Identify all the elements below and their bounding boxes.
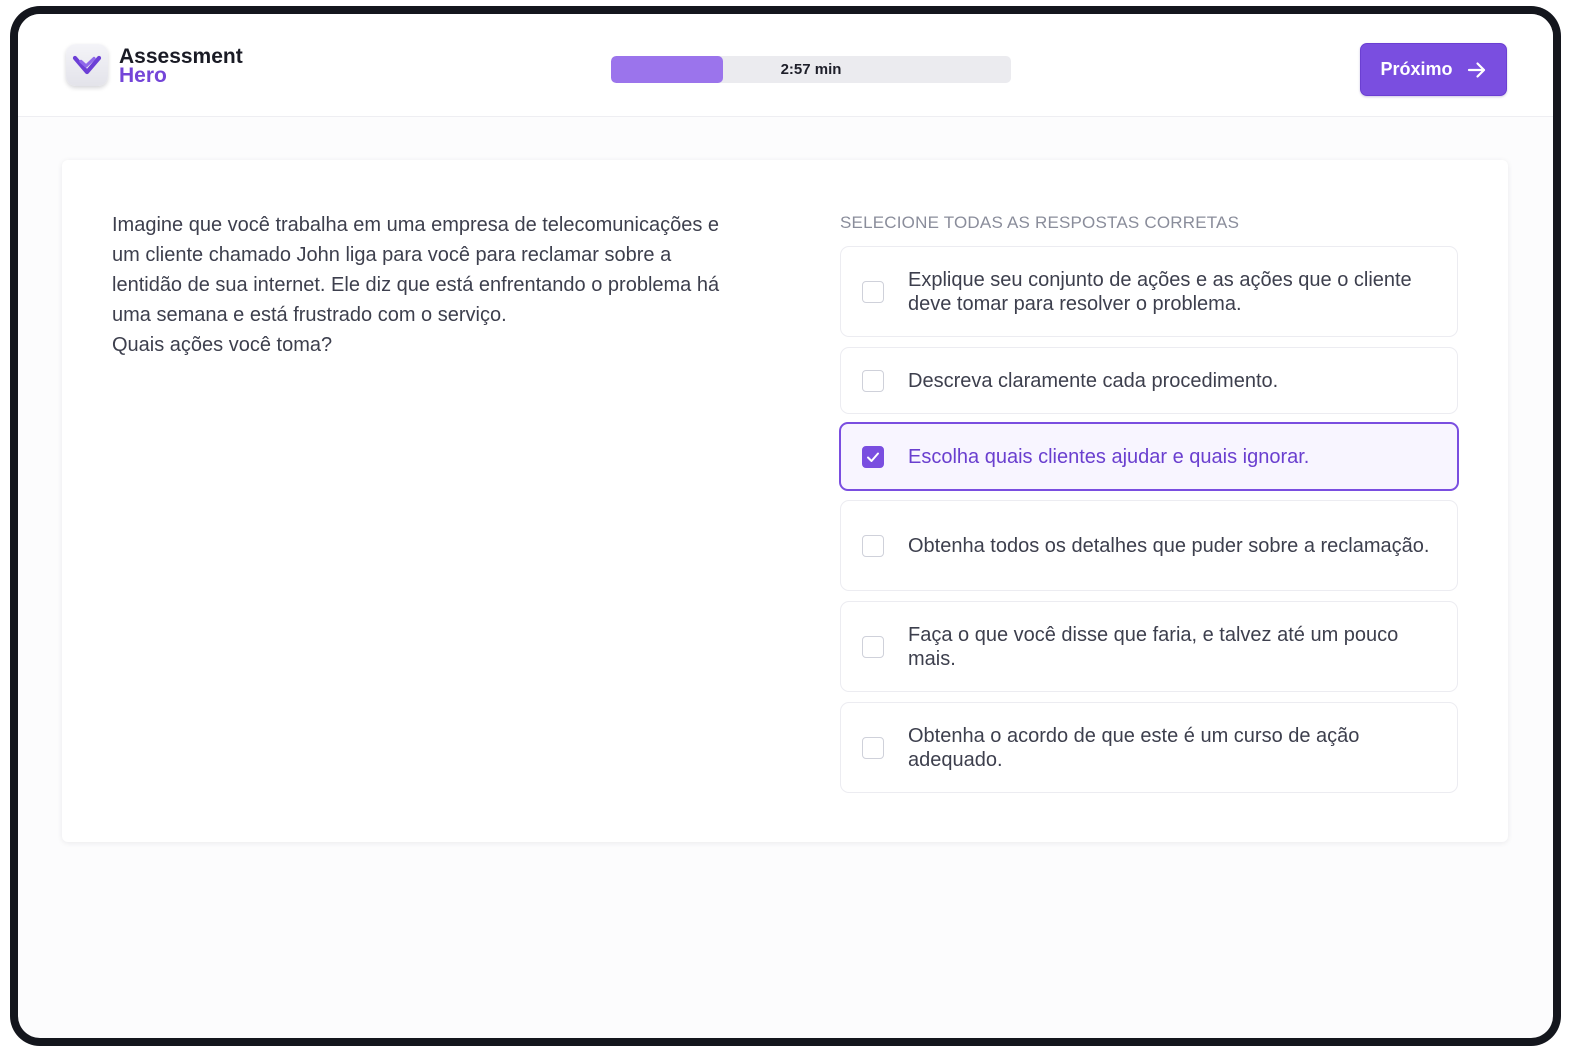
top-bar: Assessment Hero 2:57 min Próximo bbox=[18, 14, 1553, 117]
checkbox[interactable] bbox=[862, 635, 884, 658]
question-card: Imagine que você trabalha em uma empresa… bbox=[62, 160, 1508, 842]
arrow-right-icon bbox=[1467, 61, 1485, 78]
logo-icon bbox=[66, 44, 108, 86]
checkbox-checked[interactable] bbox=[862, 445, 884, 468]
answer-instruction: SELECIONE TODAS AS RESPOSTAS CORRETAS bbox=[840, 213, 1240, 232]
checkbox[interactable] bbox=[862, 736, 884, 759]
checkbox[interactable] bbox=[862, 534, 884, 557]
answer-option-2[interactable]: Descreva claramente cada procedimento. bbox=[840, 347, 1458, 414]
next-button-label: Próximo bbox=[1380, 59, 1453, 79]
question-prompt: Quais ações você toma? bbox=[112, 334, 333, 356]
answer-option-5[interactable]: Faça o que você disse que faria, e talve… bbox=[840, 601, 1458, 692]
timer-label: 2:57 min bbox=[780, 61, 842, 78]
answer-option-label: Descreva claramente cada procedimento. bbox=[908, 369, 1279, 392]
checkbox[interactable] bbox=[862, 369, 884, 392]
question-scenario: Imagine que você trabalha em uma empresa… bbox=[112, 214, 720, 326]
answer-option-label: Faça o que você disse que faria, e talve… bbox=[908, 623, 1399, 670]
device-frame: Assessment Hero 2:57 min Próximo Imagine… bbox=[10, 6, 1561, 1046]
checkbox[interactable] bbox=[862, 280, 884, 303]
answer-option-4[interactable]: Obtenha todos os detalhes que puder sobr… bbox=[840, 500, 1458, 591]
question-text: Imagine que você trabalha em uma empresa… bbox=[112, 210, 732, 360]
app-screen: Assessment Hero 2:57 min Próximo Imagine… bbox=[18, 14, 1553, 1038]
answer-option-label: Obtenha todos os detalhes que puder sobr… bbox=[908, 534, 1430, 557]
answer-option-label: Escolha quais clientes ajudar e quais ig… bbox=[908, 445, 1310, 468]
answer-option-6[interactable]: Obtenha o acordo de que este é um curso … bbox=[840, 702, 1458, 793]
answer-option-label: Explique seu conjunto de ações e as açõe… bbox=[908, 268, 1412, 315]
logo-text-secondary: Hero bbox=[119, 64, 167, 87]
timer-progress-bar: 2:57 min bbox=[611, 56, 1011, 83]
next-button[interactable]: Próximo bbox=[1360, 43, 1507, 96]
answer-option-label: Obtenha o acordo de que este é um curso … bbox=[908, 724, 1360, 771]
answer-option-3[interactable]: Escolha quais clientes ajudar e quais ig… bbox=[839, 422, 1459, 491]
logo-wordmark: Assessment Hero bbox=[119, 46, 243, 87]
answer-option-1[interactable]: Explique seu conjunto de ações e as açõe… bbox=[840, 246, 1458, 337]
check-badge-icon bbox=[72, 55, 102, 75]
check-icon bbox=[867, 452, 879, 462]
